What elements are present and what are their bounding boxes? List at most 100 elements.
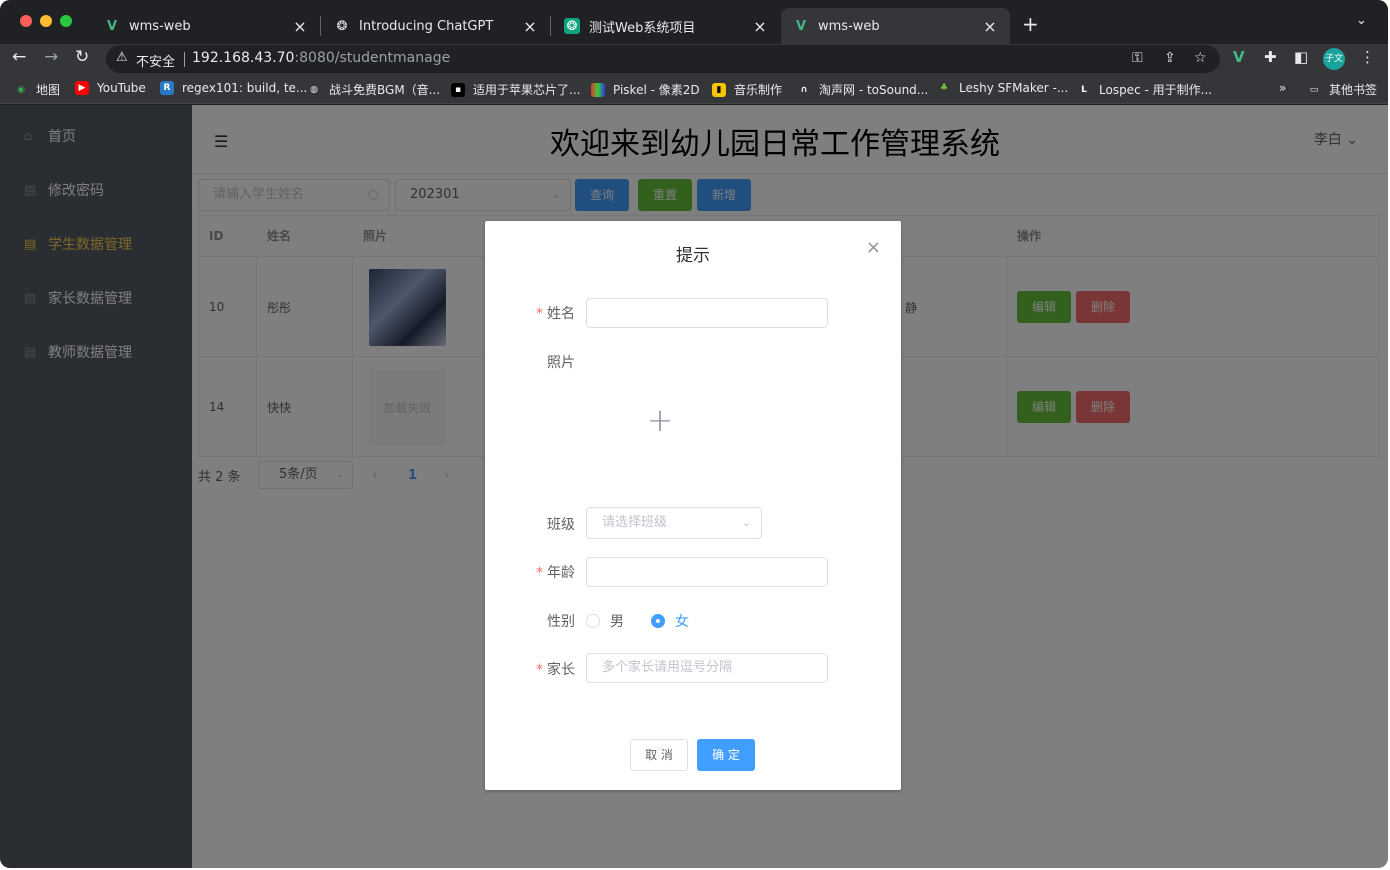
class-placeholder: 请选择班级 xyxy=(602,515,668,530)
headphones-icon: ∩ xyxy=(800,84,808,95)
parent-label: * 家长 xyxy=(536,662,575,678)
close-icon[interactable]: × xyxy=(752,17,768,36)
tab-separator xyxy=(550,16,551,36)
more-menu-icon[interactable]: ⋮ xyxy=(1360,48,1375,66)
warning-icon: ⚠ xyxy=(116,50,128,65)
openai-icon: ❂ xyxy=(564,18,580,34)
back-arrow-icon[interactable]: ← xyxy=(12,47,26,67)
bookmark-label: 淘声网 - toSound... xyxy=(819,83,929,97)
other-bookmarks-label: 其他书签 xyxy=(1329,83,1378,97)
bookmark-item[interactable]: ∩ 淘声网 - toSound... xyxy=(797,81,928,98)
cancel-button[interactable]: 取 消 xyxy=(630,739,688,771)
class-select-field[interactable]: 请选择班级 ⌄ xyxy=(586,507,762,539)
other-bookmarks[interactable]: ▭ 其他书签 xyxy=(1307,81,1377,98)
dialog-title: 提示 xyxy=(676,246,710,266)
photo-label: 照片 xyxy=(547,355,575,371)
maximize-window-button[interactable] xyxy=(60,15,72,27)
url-text[interactable]: 192.168.43.70:8080/studentmanage xyxy=(192,50,450,66)
insecure-label: 不安全 xyxy=(136,55,176,70)
browser-tab[interactable]: ❂ Introducing ChatGPT × xyxy=(322,8,550,44)
url-path: :8080/studentmanage xyxy=(294,50,451,66)
site-icon: ▪ xyxy=(451,82,465,97)
globe-icon: ◍ xyxy=(310,84,318,95)
radio-label: 男 xyxy=(610,614,624,630)
bookmarks-overflow[interactable]: » xyxy=(1279,81,1286,95)
class-label: 班级 xyxy=(547,517,575,533)
bookmark-item[interactable]: ▶ YouTube xyxy=(75,81,146,95)
tab-search-chevron-icon[interactable]: ⌄ xyxy=(1356,13,1367,28)
tab-strip: V wms-web × ❂ Introducing ChatGPT × ❂ 测试… xyxy=(0,0,1388,44)
bookmarks-bar: ◉ 地图 ▶ YouTube Rregex101: build, te... ◍ 战斗… xyxy=(0,74,1388,104)
web-page: ⌂首页 ▤修改密码 ▤学生数据管理 ▤家长数据管理 ▤教师数据管理 ☰ 欢迎来到… xyxy=(0,105,1388,868)
gender-radio-male[interactable]: 男 xyxy=(586,611,624,631)
bookmark-label: Piskel - 像素2D xyxy=(613,83,700,97)
plus-icon: + xyxy=(646,401,674,439)
tab-title: 测试Web系统项目 xyxy=(589,20,696,36)
extensions-icon[interactable]: ✚ xyxy=(1264,48,1277,66)
bookmark-label: YouTube xyxy=(97,81,146,95)
parent-field[interactable]: 多个家长请用逗号分隔 xyxy=(586,653,828,683)
name-field[interactable] xyxy=(586,298,828,328)
gender-radio-female[interactable]: 女 xyxy=(651,611,689,631)
tab-title: wms-web xyxy=(818,18,880,34)
folder-icon: ▭ xyxy=(1309,84,1319,95)
bookmark-item[interactable]: L Lospec - 用于制作... xyxy=(1077,81,1212,98)
profile-avatar[interactable]: 子文 xyxy=(1323,48,1345,70)
parent-label-text: 家长 xyxy=(547,662,575,678)
close-icon[interactable]: × xyxy=(982,17,998,36)
photo-uploader[interactable]: + xyxy=(586,366,734,474)
close-window-button[interactable] xyxy=(20,15,32,27)
radio-circle xyxy=(586,614,600,628)
regex-icon: R xyxy=(160,81,174,95)
vue-icon: V xyxy=(106,18,118,34)
bookmark-label: regex101: build, te... xyxy=(182,81,308,95)
browser-window: V wms-web × ❂ Introducing ChatGPT × ❂ 测试… xyxy=(0,0,1388,868)
browser-tab-active[interactable]: V wms-web × xyxy=(781,8,1010,44)
bookmark-item[interactable]: Piskel - 像素2D xyxy=(591,81,700,98)
bookmark-item[interactable]: ▮ 音乐制作 xyxy=(712,81,782,98)
close-icon[interactable]: × xyxy=(292,17,308,36)
browser-tab[interactable]: ❂ 测试Web系统项目 × xyxy=(552,8,780,44)
bookmark-item[interactable]: ◉ 地图 xyxy=(14,81,60,98)
bookmark-item[interactable]: ◍ 战斗免费BGM（音... xyxy=(307,81,440,98)
age-label: * 年龄 xyxy=(536,565,575,581)
new-tab-button[interactable]: + xyxy=(1022,12,1039,36)
tab-title: Introducing ChatGPT xyxy=(359,18,494,34)
bookmark-item[interactable]: ♣ Leshy SFMaker -... xyxy=(937,81,1068,95)
bookmark-label: 战斗免费BGM（音... xyxy=(329,83,441,97)
lospec-icon: L xyxy=(1081,84,1087,95)
tab-title: wms-web xyxy=(129,18,191,34)
bookmark-label: Leshy SFMaker -... xyxy=(959,81,1069,95)
vue-icon: V xyxy=(795,18,807,34)
confirm-button[interactable]: 确 定 xyxy=(697,739,755,771)
student-dialog: 提示 × * 姓名 照片 + 班级 请选择班级 ⌄ * 年龄 性别 男 女 * 家长 多… xyxy=(485,221,901,790)
key-icon[interactable]: ⚿ xyxy=(1132,50,1143,66)
tab-separator xyxy=(320,16,321,36)
close-icon[interactable]: × xyxy=(522,17,538,36)
url-host: 192.168.43.70 xyxy=(192,50,295,66)
chevron-down-icon: ⌄ xyxy=(741,516,751,529)
bookmark-label: 地图 xyxy=(36,83,61,97)
address-divider xyxy=(184,52,185,67)
browser-toolbar: ← → ↻ ⚠ 不安全 192.168.43.70:8080/studentma… xyxy=(0,44,1388,74)
bookmark-item[interactable]: ▪ 适用于苹果芯片了... xyxy=(451,81,580,98)
address-bar[interactable]: ⚠ 不安全 192.168.43.70:8080/studentmanage ⚿… xyxy=(106,45,1220,73)
vue-devtools-icon[interactable]: V xyxy=(1233,48,1245,66)
star-icon[interactable]: ☆ xyxy=(1194,50,1207,66)
forward-arrow-icon[interactable]: → xyxy=(44,47,58,67)
bookmark-label: 适用于苹果芯片了... xyxy=(473,83,581,97)
close-icon[interactable]: × xyxy=(866,237,881,258)
reload-icon[interactable]: ↻ xyxy=(75,47,89,67)
maps-icon: ◉ xyxy=(17,84,25,95)
age-field[interactable] xyxy=(586,557,828,587)
share-icon[interactable]: ⇪ xyxy=(1164,50,1176,66)
minimize-window-button[interactable] xyxy=(40,15,52,27)
age-label-text: 年龄 xyxy=(547,565,575,581)
piskel-icon xyxy=(591,82,605,97)
browser-tab[interactable]: V wms-web × xyxy=(92,8,320,44)
tree-icon: ♣ xyxy=(939,83,949,93)
bookmark-item[interactable]: Rregex101: build, te... xyxy=(160,81,307,95)
sidepanel-icon[interactable]: ◧ xyxy=(1294,48,1308,66)
gender-label: 性别 xyxy=(547,614,575,630)
bookmark-label: 音乐制作 xyxy=(734,83,783,97)
